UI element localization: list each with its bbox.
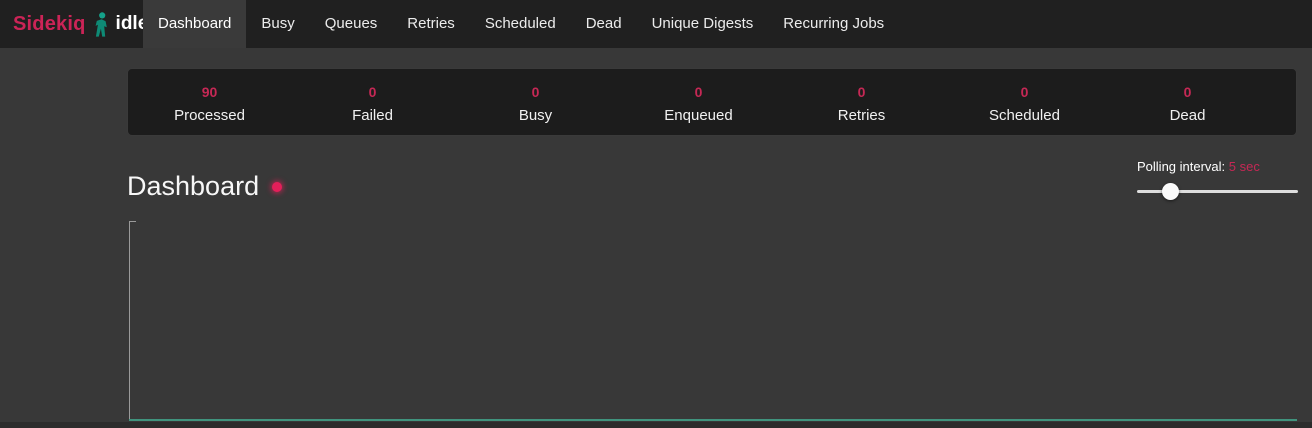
stat-dead-value: 0 bbox=[1106, 85, 1269, 99]
polling-interval-label: Polling interval: bbox=[1137, 159, 1229, 174]
sidekiq-character-icon bbox=[93, 12, 109, 37]
nav-tab-recurring-jobs[interactable]: Recurring Jobs bbox=[768, 0, 899, 48]
polling-interval-value: 5 sec bbox=[1229, 159, 1260, 174]
stat-enqueued: 0 Enqueued bbox=[617, 69, 780, 135]
graph-y-axis-tick bbox=[129, 221, 136, 222]
navbar: Sidekiq idle Dashboard Busy Queues Retri… bbox=[0, 0, 1312, 48]
stat-busy: 0 Busy bbox=[454, 69, 617, 135]
nav-tab-scheduled[interactable]: Scheduled bbox=[470, 0, 571, 48]
stat-busy-label: Busy bbox=[454, 108, 617, 123]
stat-dead-label: Dead bbox=[1106, 108, 1269, 123]
stat-processed-label: Processed bbox=[128, 108, 291, 123]
stat-scheduled-label: Scheduled bbox=[943, 108, 1106, 123]
graph-bottom-strip bbox=[0, 422, 1312, 428]
stat-retries-value: 0 bbox=[780, 85, 943, 99]
stat-scheduled-value: 0 bbox=[943, 85, 1106, 99]
nav-tab-dashboard[interactable]: Dashboard bbox=[143, 0, 246, 48]
stat-retries-label: Retries bbox=[780, 108, 943, 123]
polling-interval-control: Polling interval: 5 sec bbox=[1137, 159, 1298, 200]
stat-retries: 0 Retries bbox=[780, 69, 943, 135]
nav-tab-queues[interactable]: Queues bbox=[310, 0, 393, 48]
stat-failed-label: Failed bbox=[291, 108, 454, 123]
stat-enqueued-value: 0 bbox=[617, 85, 780, 99]
stat-failed: 0 Failed bbox=[291, 69, 454, 135]
page-title-text: Dashboard bbox=[127, 171, 259, 202]
page-title: Dashboard bbox=[127, 171, 282, 202]
stat-failed-value: 0 bbox=[291, 85, 454, 99]
stat-scheduled: 0 Scheduled bbox=[943, 69, 1106, 135]
stat-busy-value: 0 bbox=[454, 85, 617, 99]
polling-interval-slider[interactable] bbox=[1137, 183, 1298, 200]
nav-tab-dead[interactable]: Dead bbox=[571, 0, 637, 48]
stats-summary-bar: 90 Processed 0 Failed 0 Busy 0 Enqueued … bbox=[127, 68, 1297, 136]
stat-dead: 0 Dead bbox=[1106, 69, 1269, 135]
realtime-graph bbox=[127, 218, 1297, 428]
graph-y-axis bbox=[129, 221, 130, 421]
slider-thumb[interactable] bbox=[1162, 183, 1179, 200]
brand-name: Sidekiq bbox=[13, 13, 86, 36]
sidekiq-logo-link[interactable]: Sidekiq idle bbox=[13, 0, 148, 48]
nav-tab-retries[interactable]: Retries bbox=[392, 0, 470, 48]
graph-zero-line bbox=[129, 419, 1297, 421]
stat-processed: 90 Processed bbox=[128, 69, 291, 135]
polling-interval-text: Polling interval: 5 sec bbox=[1137, 159, 1298, 174]
stat-processed-value: 90 bbox=[128, 85, 291, 99]
nav-tab-unique-digests[interactable]: Unique Digests bbox=[637, 0, 769, 48]
nav-list: Dashboard Busy Queues Retries Scheduled … bbox=[143, 0, 899, 48]
nav-tab-busy[interactable]: Busy bbox=[246, 0, 309, 48]
live-poll-beacon-icon bbox=[272, 182, 282, 192]
stat-enqueued-label: Enqueued bbox=[617, 108, 780, 123]
